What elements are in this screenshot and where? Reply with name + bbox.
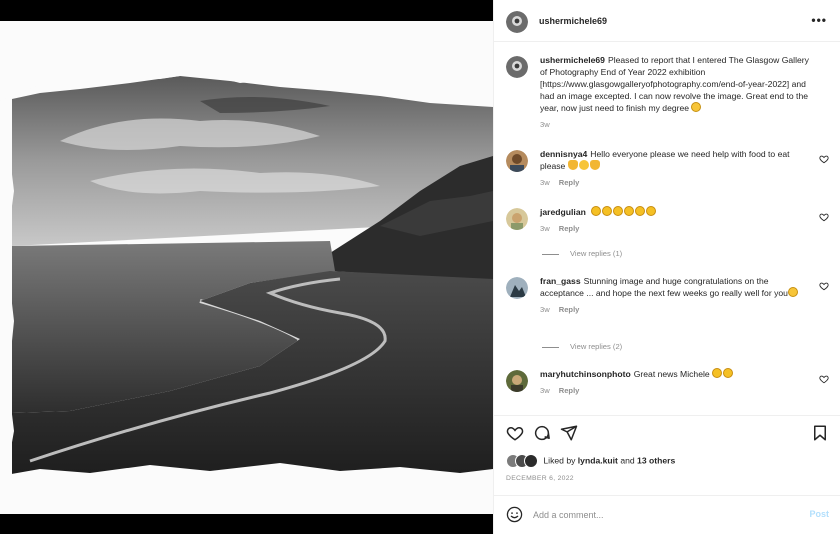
divider-line xyxy=(542,346,559,348)
caption-body: ushermichele69 Pleased to report that I e… xyxy=(540,54,815,131)
clapping-emoji-icon xyxy=(613,206,624,216)
comment-icon[interactable] xyxy=(533,424,551,442)
reply-button[interactable]: Reply xyxy=(559,224,580,233)
comment-time[interactable]: 3w xyxy=(540,224,550,233)
post-actions: Liked by lynda.kuit and 13 others DECEMB… xyxy=(494,416,840,496)
view-replies-button[interactable]: View replies (1) xyxy=(542,249,622,258)
post-date[interactable]: DECEMBER 6, 2022 xyxy=(506,475,574,482)
add-comment-bar: Post xyxy=(494,496,840,534)
clapping-emoji-icon xyxy=(602,206,613,216)
smile-emoji-icon xyxy=(787,287,798,297)
view-replies-label: View replies (1) xyxy=(570,249,623,258)
comment-meta: 3w Reply xyxy=(540,223,805,235)
commenter-avatar[interactable] xyxy=(506,150,528,172)
more-options-icon[interactable]: ••• xyxy=(811,13,827,27)
instagram-post-window: ushermichele69 ••• ushermichele69 Pleased… xyxy=(0,0,840,534)
caption-username[interactable]: ushermichele69 xyxy=(540,55,605,65)
bookmark-icon[interactable] xyxy=(811,424,829,442)
comment-body: fran_gass Stunning image and huge congrat… xyxy=(540,275,805,316)
clapping-emoji-icon xyxy=(635,206,646,216)
author-avatar[interactable] xyxy=(506,11,528,33)
heart-icon[interactable] xyxy=(506,424,524,442)
reply-button[interactable]: Reply xyxy=(559,178,580,187)
divider-line xyxy=(542,253,559,255)
commenter-avatar[interactable] xyxy=(506,277,528,299)
author-username[interactable]: ushermichele69 xyxy=(539,16,607,26)
comment-body: dennisnya4 Hello everyone please we need … xyxy=(540,148,805,189)
emoji-smile-icon[interactable] xyxy=(506,506,523,523)
clapping-emoji-icon xyxy=(712,368,723,378)
reply-button[interactable]: Reply xyxy=(559,386,580,395)
crying-emoji-icon xyxy=(578,160,589,170)
comment-text: Great news Michele xyxy=(633,369,710,379)
likes-summary: Liked by lynda.kuit and 13 others xyxy=(506,454,675,468)
commenter-avatar[interactable] xyxy=(506,208,528,230)
comment-meta: 3w Reply xyxy=(540,304,805,316)
reply-button[interactable]: Reply xyxy=(559,305,580,314)
comment-time[interactable]: 3w xyxy=(540,386,550,395)
post-header: ushermichele69 ••• xyxy=(494,0,840,42)
comment-username[interactable]: fran_gass xyxy=(540,276,581,286)
view-replies-label: View replies (2) xyxy=(570,342,623,351)
like-comment-heart-icon[interactable] xyxy=(819,212,829,222)
liked-by-user[interactable]: lynda.kuit xyxy=(578,455,618,465)
commenter-avatar[interactable] xyxy=(506,370,528,392)
post-photo[interactable] xyxy=(0,21,493,514)
clapping-emoji-icon xyxy=(723,368,734,378)
comments-list[interactable]: ushermichele69 Pleased to report that I e… xyxy=(494,42,840,416)
clapping-emoji-icon xyxy=(591,206,602,216)
comment-time[interactable]: 3w xyxy=(540,305,550,314)
post-media xyxy=(0,0,493,534)
like-comment-heart-icon[interactable] xyxy=(819,154,829,164)
comment-time[interactable]: 3w xyxy=(540,178,550,187)
liker-avatar xyxy=(524,454,538,468)
comment-username[interactable]: dennisnya4 xyxy=(540,149,587,159)
view-replies-button[interactable]: View replies (2) xyxy=(542,342,622,351)
clapping-emoji-icon xyxy=(624,206,635,216)
comment-body: maryhutchinsonphoto Great news Michele 3w… xyxy=(540,368,805,397)
comment-body: jaredgulian 3w Reply xyxy=(540,206,805,235)
pray-emoji-icon xyxy=(567,160,578,170)
comment-username[interactable]: maryhutchinsonphoto xyxy=(540,369,631,379)
share-icon[interactable] xyxy=(560,424,578,442)
liked-by-prefix: Liked by xyxy=(543,455,576,466)
caption-meta: 3w xyxy=(540,119,815,131)
media-letterbox-top xyxy=(0,0,493,21)
caption-time[interactable]: 3w xyxy=(540,120,550,129)
comment-meta: 3w Reply xyxy=(540,385,805,397)
caption-avatar[interactable] xyxy=(506,56,528,78)
clapping-emoji-icon xyxy=(646,206,657,216)
liked-by-others[interactable]: 13 others xyxy=(637,455,675,465)
like-comment-heart-icon[interactable] xyxy=(819,281,829,291)
liker-avatars[interactable] xyxy=(506,454,538,468)
add-comment-input[interactable] xyxy=(533,507,793,523)
like-comment-heart-icon[interactable] xyxy=(819,374,829,384)
smile-emoji-icon xyxy=(691,102,702,112)
comment-username[interactable]: jaredgulian xyxy=(540,207,586,217)
liked-by-and: and xyxy=(620,455,635,466)
comment-meta: 3w Reply xyxy=(540,177,805,189)
post-side-panel: ushermichele69 ••• ushermichele69 Pleased… xyxy=(493,0,840,534)
post-comment-button[interactable]: Post xyxy=(809,509,829,519)
coastal-landscape-image xyxy=(0,21,493,514)
pray-emoji-icon xyxy=(589,160,600,170)
media-letterbox-bottom xyxy=(0,514,493,534)
